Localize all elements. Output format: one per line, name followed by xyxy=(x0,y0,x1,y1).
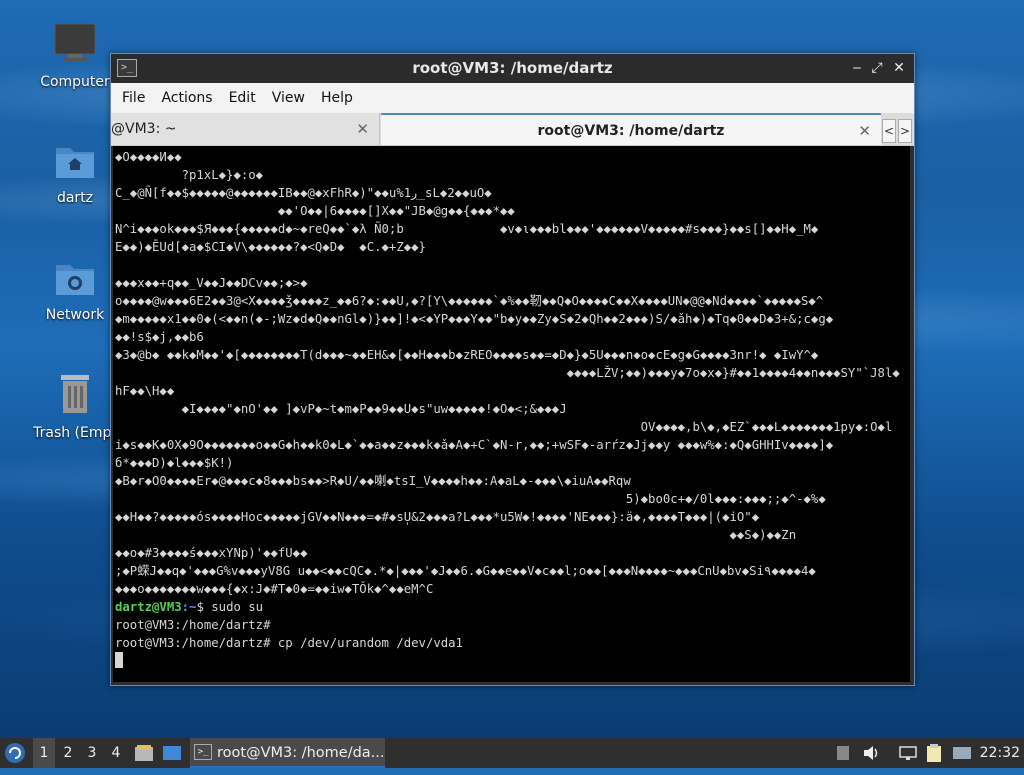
file-manager-quicklaunch-icon[interactable] xyxy=(134,738,156,768)
terminal-output[interactable]: ◆O◆◆◆◆И◆◆ ?p1xL◆}◆:o◆ C_◆@Ñ[f◆◆$◆◆◆◆◆@◆◆… xyxy=(113,146,910,682)
tab-root-dartz[interactable]: root@VM3: /home/dartz ✕ xyxy=(381,113,881,145)
start-menu-button[interactable] xyxy=(4,738,28,768)
clipboard-icon[interactable] xyxy=(926,738,946,768)
garbage-output: ◆O◆◆◆◆И◆◆ ?p1xL◆}◆:o◆ C_◆@Ñ[f◆◆$◆◆◆◆◆@◆◆… xyxy=(115,150,900,596)
network-icon[interactable] xyxy=(898,738,920,768)
prompt-path: :~ xyxy=(181,600,197,614)
workspace-2[interactable]: 2 xyxy=(57,738,79,768)
window-titlebar[interactable]: >_ root@VM3: /home/dartz ‒ ⤢ ✕ xyxy=(111,54,914,83)
menu-help[interactable]: Help xyxy=(313,83,361,113)
minimize-button[interactable]: ‒ xyxy=(849,59,865,77)
taskbar: 1 2 3 4 >_ root@VM3: /home/da... 22:32 xyxy=(0,738,1024,768)
close-tab-icon[interactable]: ✕ xyxy=(858,115,871,147)
tab-bar: @VM3: ~ ✕ root@VM3: /home/dartz ✕ < > xyxy=(111,113,914,146)
close-tab-icon[interactable]: ✕ xyxy=(356,113,369,145)
clock[interactable]: 22:32 xyxy=(980,738,1020,768)
root-prompt-line: root@VM3:/home/dartz# xyxy=(115,618,271,632)
volume-icon[interactable] xyxy=(862,738,882,768)
prompt-user: dartz@VM3 xyxy=(115,600,182,614)
workspace-3[interactable]: 3 xyxy=(81,738,103,768)
tab-label: @VM3: ~ xyxy=(111,121,177,137)
menu-edit[interactable]: Edit xyxy=(221,83,264,113)
menu-view[interactable]: View xyxy=(264,83,313,113)
maximize-button[interactable]: ⤢ xyxy=(869,59,885,77)
command-sudo: $ sudo su xyxy=(196,600,264,614)
tab-home[interactable]: @VM3: ~ ✕ xyxy=(111,113,380,145)
tab-label: root@VM3: /home/dartz xyxy=(537,123,725,139)
prompt: dartz@VM3:~ xyxy=(115,600,196,614)
root-command-line: root@VM3:/home/dartz# cp /dev/urandom /d… xyxy=(115,636,463,650)
taskbar-task-terminal[interactable]: >_ root@VM3: /home/da... xyxy=(190,738,385,768)
menu-actions[interactable]: Actions xyxy=(153,83,220,113)
terminal-cursor xyxy=(115,652,123,668)
terminal-task-icon: >_ xyxy=(194,744,212,760)
show-desktop-icon[interactable] xyxy=(162,738,184,768)
tab-scroll-right-button[interactable]: > xyxy=(898,119,912,143)
window-title: root@VM3: /home/dartz xyxy=(412,59,613,77)
close-button[interactable]: ✕ xyxy=(891,59,907,77)
notifications-icon[interactable] xyxy=(952,738,974,768)
terminal-text: ◆O◆◆◆◆И◆◆ ?p1xL◆}◆:o◆ C_◆@Ñ[f◆◆$◆◆◆◆◆@◆◆… xyxy=(113,146,910,670)
workspace-1[interactable]: 1 xyxy=(33,738,55,768)
tab-scroll-left-button[interactable]: < xyxy=(882,119,896,143)
task-label: root@VM3: /home/da... xyxy=(217,745,385,761)
terminal-window: >_ root@VM3: /home/dartz ‒ ⤢ ✕ File Actio… xyxy=(110,53,915,686)
lxqt-logo-icon xyxy=(5,743,25,763)
workspace-4[interactable]: 4 xyxy=(105,738,127,768)
menu-file[interactable]: File xyxy=(114,83,153,113)
bluetooth-icon[interactable] xyxy=(836,738,854,768)
menu-bar: File Actions Edit View Help xyxy=(111,83,914,113)
